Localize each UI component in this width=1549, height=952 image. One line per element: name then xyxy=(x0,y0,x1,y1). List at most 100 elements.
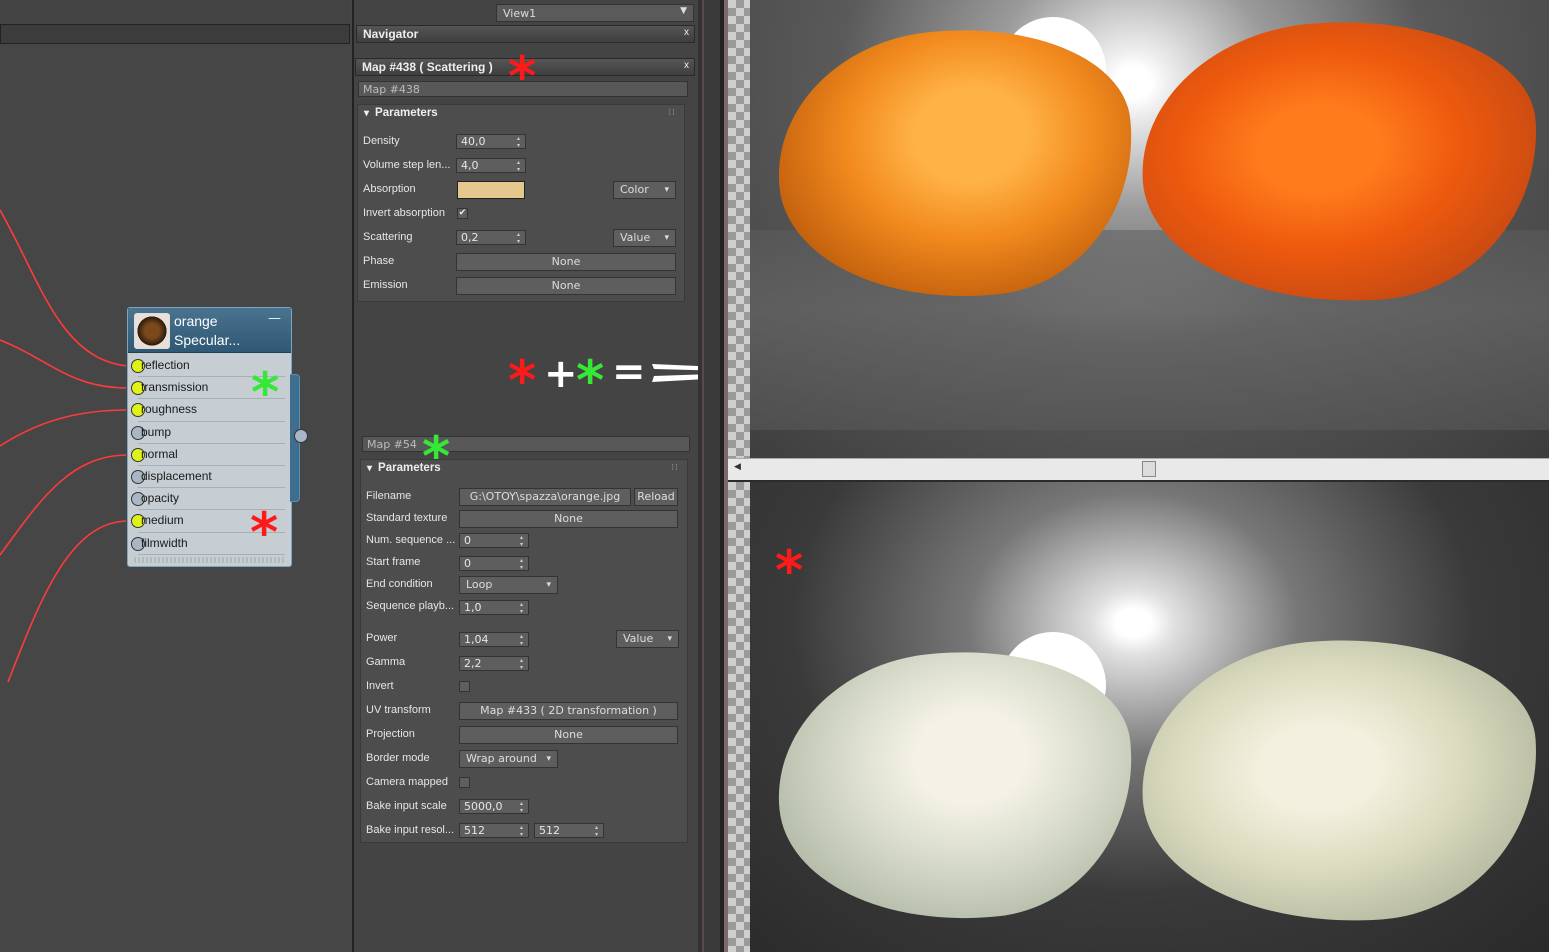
wire-reflection xyxy=(0,209,129,367)
standard-texture-button[interactable]: None xyxy=(459,510,678,528)
bake-resolution-y-spinner[interactable]: 512 xyxy=(534,823,604,838)
reload-button[interactable]: Reload xyxy=(634,488,678,506)
volume-step-spinner[interactable]: 4,0 xyxy=(456,158,526,173)
render-image-white xyxy=(750,482,1549,952)
node-output-socket[interactable] xyxy=(294,429,308,443)
pin-label: bump xyxy=(141,424,172,439)
emission-map-button[interactable]: None xyxy=(456,277,676,295)
absorption-label: Absorption xyxy=(363,183,416,195)
camera-mapped-label: Camera mapped xyxy=(366,776,448,788)
start-frame-spinner[interactable]: 0 xyxy=(459,556,529,571)
gamma-spinner[interactable]: 2,2 xyxy=(459,656,529,671)
scattering-spinner[interactable]: 0,2 xyxy=(456,230,526,245)
node-title-line2: Specular... xyxy=(174,332,241,348)
annotation-star-red-equation: * xyxy=(508,349,537,412)
uv-transform-label: UV transform xyxy=(366,704,431,716)
projection-label: Projection xyxy=(366,728,415,740)
power-label: Power xyxy=(366,632,398,644)
navigator-title: Navigator xyxy=(363,27,419,41)
scroll-left-icon[interactable]: ◀ xyxy=(734,462,741,472)
pin-row-bump: bump xyxy=(131,422,285,444)
node-header[interactable]: orange Specular... — xyxy=(128,308,291,353)
power-spinner[interactable]: 1,04 xyxy=(459,632,529,647)
material-thumbnail xyxy=(134,313,170,349)
absorption-color-swatch[interactable] xyxy=(457,181,525,199)
invert-absorption-checkbox[interactable]: ✔ xyxy=(457,208,468,219)
drag-handle-icon[interactable]: ⁞⁞ xyxy=(671,463,679,473)
wire-roughness xyxy=(0,409,129,447)
border-mode-dropdown[interactable]: Wrap around xyxy=(459,750,558,768)
wire-normal xyxy=(0,454,129,556)
filename-label: Filename xyxy=(366,490,412,502)
phase-map-button[interactable]: None xyxy=(456,253,676,271)
annotation-star-green-equation: * xyxy=(576,349,605,412)
pin-row-displacement: displacement xyxy=(131,466,285,489)
invert-absorption-label: Invert absorption xyxy=(363,207,445,219)
panel-splitter[interactable] xyxy=(698,0,728,952)
node-editor-canvas[interactable]: orange Specular... — reflection transmis… xyxy=(0,0,352,952)
navigator-rollout[interactable]: Navigator x xyxy=(356,25,695,43)
end-condition-label: End condition xyxy=(366,578,433,590)
pin-label: reflection xyxy=(141,358,190,372)
projection-button[interactable]: None xyxy=(459,726,678,744)
invert-label: Invert xyxy=(366,680,394,692)
camera-mapped-checkbox[interactable] xyxy=(459,777,470,788)
power-mode-dropdown[interactable]: Value xyxy=(616,630,679,648)
sequence-playback-spinner[interactable]: 1,0 xyxy=(459,600,529,615)
wire-medium xyxy=(7,520,129,683)
scattering-map-name-field[interactable]: Map #438 xyxy=(358,81,688,97)
node-title-line1: orange xyxy=(174,313,218,329)
close-icon[interactable]: x xyxy=(684,60,689,71)
phase-label: Phase xyxy=(363,255,395,267)
pin-label: opacity xyxy=(141,491,180,506)
pin-label: transmission xyxy=(141,380,209,395)
render-viewport-top[interactable]: ◀ xyxy=(728,0,1549,480)
scattering-mode-dropdown[interactable]: Value xyxy=(613,229,676,247)
white-segment-right xyxy=(1132,626,1548,936)
drag-handle-icon[interactable]: ⁞⁞ xyxy=(668,108,676,118)
start-frame-label: Start frame xyxy=(366,556,421,568)
annotation-equals: = xyxy=(612,349,646,395)
num-sequence-spinner[interactable]: 0 xyxy=(459,533,529,548)
pin-label: medium xyxy=(141,513,184,528)
horizontal-scrollbar[interactable]: ◀ xyxy=(728,458,1549,480)
close-icon[interactable]: x xyxy=(684,27,689,38)
invert-checkbox[interactable] xyxy=(459,681,470,692)
bake-resolution-x-spinner[interactable]: 512 xyxy=(459,823,529,838)
annotation-star-red-bottom-render: * xyxy=(775,539,804,602)
node-title: orange Specular... xyxy=(174,312,240,350)
end-condition-dropdown[interactable]: Loop xyxy=(459,576,558,594)
annotation-star-green-transmission: * xyxy=(251,361,280,424)
view-selector-dropdown[interactable]: View1 ▼ xyxy=(496,4,694,22)
uv-transform-button[interactable]: Map #433 ( 2D transformation ) xyxy=(459,702,678,720)
image-map-name-field[interactable]: Map #54 xyxy=(362,436,690,452)
annotation-plus: + xyxy=(544,351,578,397)
scattering-label: Scattering xyxy=(363,231,413,243)
emission-label: Emission xyxy=(363,279,408,291)
filename-field[interactable]: G:\OTOY\spazza\orange.jpg xyxy=(459,488,631,506)
pin-label: roughness xyxy=(141,402,198,417)
pin-label: normal xyxy=(141,446,178,461)
border-mode-label: Border mode xyxy=(366,752,430,764)
view-selector-value: View1 xyxy=(503,7,537,20)
image-parameters-header[interactable]: Parameters xyxy=(367,462,441,474)
annotation-star-red-medium: * xyxy=(250,501,279,564)
render-viewport-bottom[interactable] xyxy=(728,482,1549,952)
gamma-label: Gamma xyxy=(366,656,406,668)
scrollbar-thumb[interactable] xyxy=(1142,461,1156,477)
bake-input-scale-spinner[interactable]: 5000,0 xyxy=(459,799,529,814)
node-collapse-button[interactable]: — xyxy=(268,311,281,326)
sequence-playback-label: Sequence playb... xyxy=(366,600,455,612)
density-spinner[interactable]: 40,0 xyxy=(456,134,526,149)
standard-texture-label: Standard texture xyxy=(366,512,448,524)
bake-input-resolution-label: Bake input resol... xyxy=(366,824,455,836)
volume-step-label: Volume step len... xyxy=(363,159,451,171)
pin-label: filmwidth xyxy=(141,535,188,550)
absorption-mode-dropdown[interactable]: Color xyxy=(613,181,676,199)
chevron-down-icon: ▼ xyxy=(680,6,687,16)
pin-row-normal: normal xyxy=(131,444,285,466)
pin-label: displacement xyxy=(141,468,212,483)
scattering-parameters-header[interactable]: Parameters xyxy=(364,107,438,119)
scattering-title: Map #438 ( Scattering ) xyxy=(362,60,493,74)
num-sequence-label: Num. sequence ... xyxy=(366,534,456,546)
